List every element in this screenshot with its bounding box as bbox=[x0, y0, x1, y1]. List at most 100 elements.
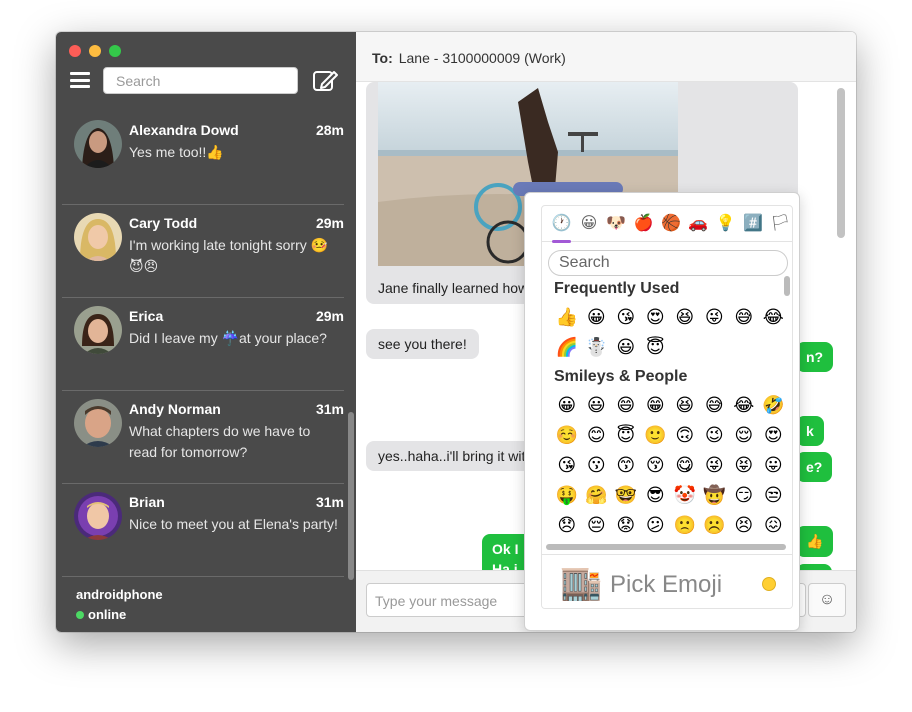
compose-icon[interactable] bbox=[312, 68, 340, 94]
conversation-item[interactable]: Cary Todd 29m I'm working late tonight s… bbox=[62, 205, 344, 298]
emoji-cell[interactable]: 😣 bbox=[729, 510, 759, 540]
conversation-item[interactable]: Alexandra Dowd 28m Yes me too!!👍 bbox=[62, 112, 344, 205]
sidebar-scrollbar[interactable] bbox=[348, 112, 354, 580]
emoji-cell[interactable]: 😌 bbox=[729, 420, 759, 450]
emoji-cell[interactable]: 🌈 bbox=[552, 332, 582, 362]
message-time: 31m bbox=[315, 494, 344, 510]
emoji-button[interactable]: ☺ bbox=[808, 583, 846, 617]
symbols-category-tab[interactable]: #️⃣ bbox=[739, 206, 766, 242]
emoji-cell[interactable]: 😁 bbox=[641, 390, 671, 420]
emoji-horizontal-scrollbar[interactable] bbox=[546, 544, 786, 550]
emoji-cell[interactable]: 😂 bbox=[729, 390, 759, 420]
emoji-cell[interactable]: 🙂 bbox=[641, 420, 671, 450]
status-label: online bbox=[88, 607, 127, 622]
emoji-cell[interactable]: 😗 bbox=[582, 450, 612, 480]
emoji-cell[interactable]: 😚 bbox=[641, 450, 671, 480]
emoji-cell[interactable]: 😆 bbox=[670, 302, 700, 332]
emoji-cell[interactable]: 😉 bbox=[700, 420, 730, 450]
emoji-cell[interactable]: 😞 bbox=[552, 510, 582, 540]
recent-category-tab[interactable]: 🕐 bbox=[548, 206, 575, 243]
minimize-window-button[interactable] bbox=[89, 45, 101, 57]
emoji-cell[interactable]: 🤑 bbox=[552, 480, 582, 510]
emoji-cell[interactable]: 😜 bbox=[700, 302, 730, 332]
emoji-picker-panel: 🕐 😀 🐶 🍎 🏀 🚗 💡 #️⃣ 🏳 Search Frequently Us… bbox=[541, 205, 793, 609]
conversation-list: Alexandra Dowd 28m Yes me too!!👍 Cary To… bbox=[56, 112, 356, 577]
emoji-cell[interactable]: 😔 bbox=[582, 510, 612, 540]
emoji-cell[interactable]: 😛 bbox=[759, 450, 789, 480]
food-category-tab[interactable]: 🍎 bbox=[630, 206, 657, 242]
emoji-cell[interactable]: 🙃 bbox=[670, 420, 700, 450]
message-time: 29m bbox=[315, 308, 344, 324]
emoji-picker: 🕐 😀 🐶 🍎 🏀 🚗 💡 #️⃣ 🏳 Search Frequently Us… bbox=[524, 192, 800, 631]
emoji-cell[interactable]: 😟 bbox=[611, 510, 641, 540]
emoji-cell[interactable]: 🤡 bbox=[670, 480, 700, 510]
activity-category-tab[interactable]: 🏀 bbox=[657, 206, 684, 242]
contact-name: Andy Norman bbox=[129, 401, 221, 417]
contact-name: Brian bbox=[129, 494, 165, 510]
contact-name: Alexandra Dowd bbox=[129, 122, 239, 138]
emoji-cell[interactable]: 😇 bbox=[641, 332, 671, 362]
emoji-cell[interactable]: 🤠 bbox=[700, 480, 730, 510]
to-label: To: bbox=[372, 50, 393, 66]
emoji-cell[interactable]: 😒 bbox=[759, 480, 789, 510]
emoji-cell[interactable]: 😏 bbox=[729, 480, 759, 510]
emoji-cell[interactable]: 🤓 bbox=[611, 480, 641, 510]
smileys-heading: Smileys & People bbox=[554, 368, 688, 385]
emoji-vertical-scrollbar[interactable] bbox=[784, 276, 790, 296]
emoji-cell[interactable]: 😎 bbox=[641, 480, 671, 510]
emoji-cell[interactable]: 🙁 bbox=[670, 510, 700, 540]
photo-caption: Jane finally learned how bbox=[378, 280, 529, 296]
emoji-cell[interactable]: 😝 bbox=[729, 450, 759, 480]
emoji-cell[interactable]: 👍 bbox=[552, 302, 582, 332]
emoji-cell[interactable]: ☺️ bbox=[552, 420, 582, 450]
outgoing-message: e? bbox=[796, 452, 833, 482]
emoji-cell[interactable]: 😄 bbox=[611, 390, 641, 420]
traffic-lights bbox=[69, 45, 121, 57]
emoji-cell[interactable]: ☹️ bbox=[700, 510, 730, 540]
emoji-cell[interactable]: 🤗 bbox=[582, 480, 612, 510]
emoji-cell[interactable]: 😀 bbox=[552, 390, 582, 420]
emoji-cell[interactable]: 😆 bbox=[670, 390, 700, 420]
smileys-category-tab[interactable]: 😀 bbox=[575, 206, 602, 242]
emoji-cell[interactable]: 😃 bbox=[582, 390, 612, 420]
emoji-cell[interactable]: 😃 bbox=[611, 332, 641, 362]
emoji-cell[interactable]: 😖 bbox=[759, 510, 789, 540]
emoji-cell[interactable]: ☃️ bbox=[582, 332, 612, 362]
emoji-cell[interactable]: 😂 bbox=[759, 302, 789, 332]
preview-label: Pick Emoji bbox=[610, 571, 723, 598]
emoji-cell[interactable]: 😅 bbox=[729, 302, 759, 332]
zoom-window-button[interactable] bbox=[109, 45, 121, 57]
travel-category-tab[interactable]: 🚗 bbox=[685, 206, 712, 242]
emoji-cell[interactable]: 😍 bbox=[641, 302, 671, 332]
thread-scrollbar[interactable] bbox=[837, 88, 845, 238]
conversation-item[interactable]: Erica 29m Did I leave my ☔️at your place… bbox=[62, 298, 344, 391]
message-preview: What chapters do we have to read for tom… bbox=[129, 423, 311, 460]
emoji-cell[interactable]: 😋 bbox=[670, 450, 700, 480]
avatar bbox=[74, 492, 122, 540]
emoji-cell[interactable]: 😍 bbox=[759, 420, 789, 450]
emoji-cell[interactable]: 😕 bbox=[641, 510, 671, 540]
emoji-cell[interactable]: 🤣 bbox=[759, 390, 789, 420]
emoji-cell[interactable]: 😇 bbox=[611, 420, 641, 450]
close-window-button[interactable] bbox=[69, 45, 81, 57]
skin-tone-selector[interactable] bbox=[762, 577, 776, 591]
emoji-preview: 🏬 Pick Emoji bbox=[542, 554, 792, 608]
conversation-item[interactable]: Brian 31m Nice to meet you at Elena's pa… bbox=[62, 484, 344, 577]
objects-category-tab[interactable]: 💡 bbox=[712, 206, 739, 242]
sidebar-search-input[interactable]: Search bbox=[103, 67, 298, 94]
flags-category-tab[interactable]: 🏳 bbox=[767, 206, 792, 242]
emoji-cell[interactable]: 😀 bbox=[582, 302, 612, 332]
emoji-cell[interactable]: 😊 bbox=[582, 420, 612, 450]
animals-category-tab[interactable]: 🐶 bbox=[603, 206, 630, 242]
emoji-cell[interactable]: 😅 bbox=[700, 390, 730, 420]
emoji-cell[interactable]: 😙 bbox=[611, 450, 641, 480]
emoji-search-input[interactable]: Search bbox=[548, 250, 788, 276]
emoji-cell[interactable]: 😘 bbox=[611, 302, 641, 332]
contact-name: Erica bbox=[129, 308, 164, 324]
frequently-used-grid: 👍 😀 😘 😍 😆 😜 😅 😂 🌈 ☃️ 😃 😇 bbox=[552, 302, 788, 362]
hamburger-menu-icon[interactable] bbox=[70, 72, 90, 88]
online-dot-icon bbox=[76, 610, 84, 619]
emoji-cell[interactable]: 😜 bbox=[700, 450, 730, 480]
emoji-cell[interactable]: 😘 bbox=[552, 450, 582, 480]
conversation-item[interactable]: Andy Norman 31m What chapters do we have… bbox=[62, 391, 344, 484]
